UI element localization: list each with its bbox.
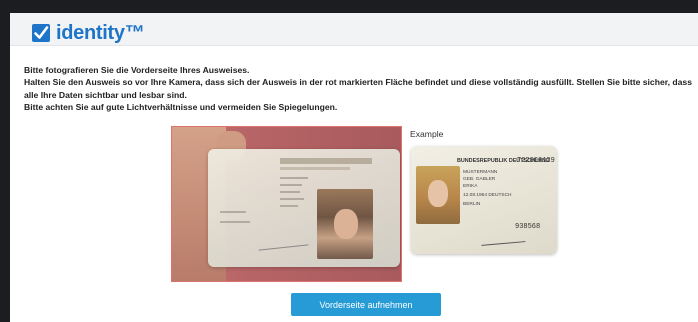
capture-front-button[interactable]: Vorderseite aufnehmen [291, 293, 441, 316]
example-card-photo [416, 166, 460, 224]
example-id-card: BUNDESREPUBLIK DEUTSCHLAND T22000129 MUS… [411, 146, 557, 254]
header-bar: identity™ [10, 13, 698, 46]
card-signature [257, 234, 309, 251]
card-header-strip [280, 158, 372, 164]
example-card-line: BERLIN [463, 202, 481, 207]
card-text-line [280, 191, 300, 193]
id-card-in-camera [208, 149, 400, 267]
card-photo [317, 189, 373, 259]
card-text-line [220, 221, 250, 223]
card-text-line [220, 211, 246, 213]
app-window: identity™ Bitte fotografieren Sie die Vo… [10, 13, 698, 322]
card-text-line [280, 184, 302, 186]
identity-logo-icon [32, 24, 50, 42]
instruction-line: Halten Sie den Ausweis so vor Ihre Kamer… [24, 77, 692, 100]
instructions: Bitte fotografieren Sie die Vorderseite … [24, 64, 692, 113]
card-header-strip [280, 167, 350, 170]
camera-preview [171, 126, 402, 282]
example-card-line: ERIKA [463, 184, 478, 189]
example-card-number: T22000129 [517, 157, 555, 165]
example-card-line: 12.08.1964 DEUTSCH [463, 193, 512, 198]
example-card-line: GEB. GABLER [463, 177, 496, 182]
instruction-line: Bitte fotografieren Sie die Vorderseite … [24, 65, 250, 75]
face-image [428, 180, 448, 207]
card-text-line [280, 205, 298, 207]
card-text-line [280, 177, 308, 179]
instruction-line: Bitte achten Sie auf gute Lichtverhältni… [24, 101, 338, 112]
example-label: Example [410, 129, 444, 139]
example-card-signature [480, 231, 526, 246]
card-text-line [280, 198, 304, 200]
brand-name: identity™ [56, 22, 145, 44]
face-image [334, 209, 358, 239]
example-card-code: 938568 [515, 223, 541, 231]
example-card-line: MUSTERMANN [463, 170, 498, 175]
